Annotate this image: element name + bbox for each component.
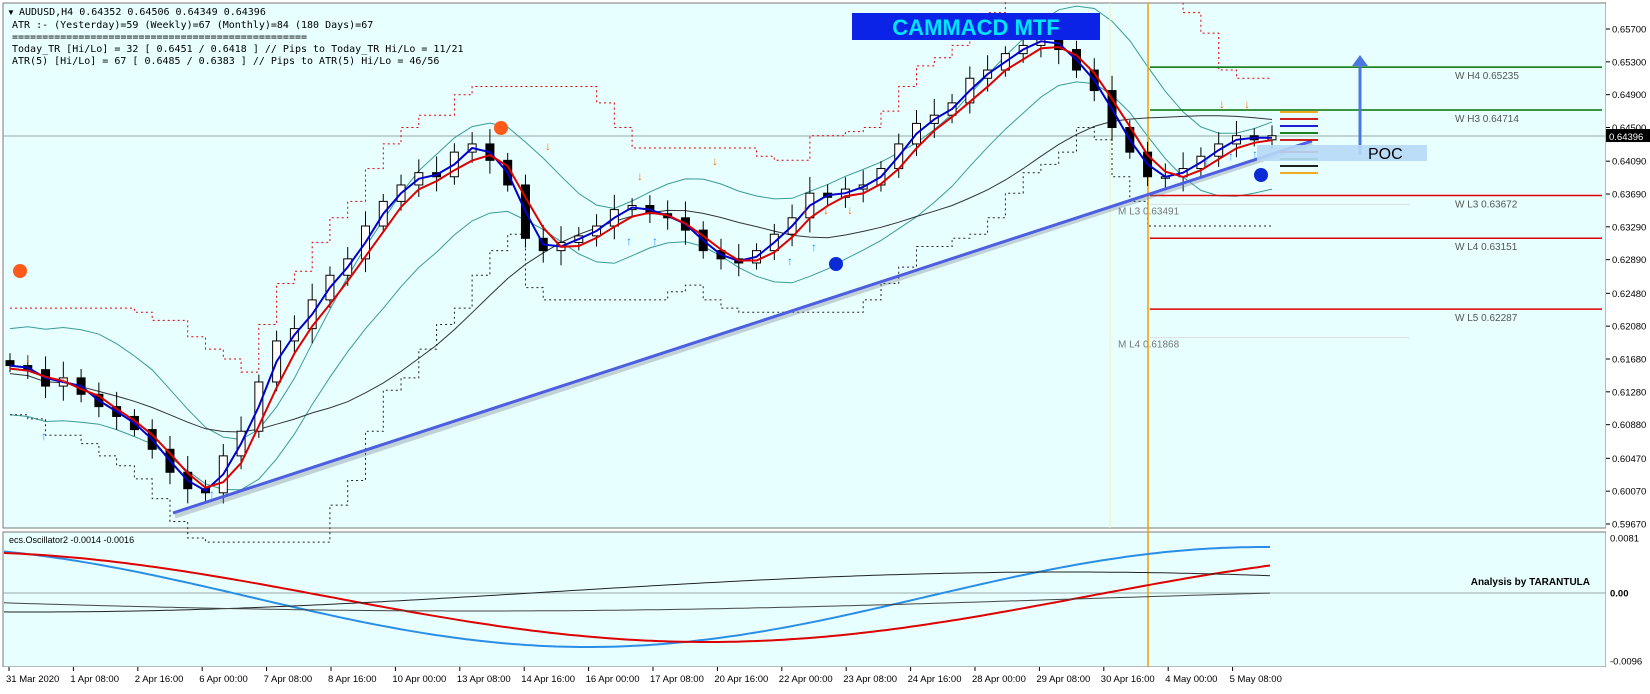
x-tick-label: 23 Apr 08:00 bbox=[843, 674, 897, 685]
y-tick-label: 0.63290 bbox=[1612, 222, 1646, 233]
x-tick-label: 22 Apr 00:00 bbox=[779, 674, 833, 685]
x-tick-label: 24 Apr 16:00 bbox=[908, 674, 962, 685]
y-tick-label: 0.60470 bbox=[1612, 454, 1646, 465]
swing-low-dot bbox=[1254, 168, 1268, 182]
x-tick-label: 7 Apr 08:00 bbox=[264, 674, 313, 685]
x-tick-label: 30 Apr 16:00 bbox=[1101, 674, 1155, 685]
swing-high-dot bbox=[494, 121, 508, 135]
info-line-2: ========================================… bbox=[12, 32, 307, 43]
swing-low-dot bbox=[829, 257, 843, 271]
pivot-level-label: W H4 0.65235 bbox=[1455, 71, 1519, 82]
down-arrow: ↓ bbox=[61, 371, 67, 385]
osc-y-tick-label: 0.0081 bbox=[1610, 534, 1639, 545]
down-arrow: ↓ bbox=[823, 203, 829, 217]
y-tick-label: 0.61680 bbox=[1612, 355, 1646, 366]
y-tick-label: 0.60880 bbox=[1612, 420, 1646, 431]
up-arrow: ↑ bbox=[626, 234, 632, 248]
pivot-level-label: W L5 0.62287 bbox=[1455, 313, 1518, 324]
y-tick-label: 0.60070 bbox=[1612, 487, 1646, 498]
down-arrow: ↓ bbox=[712, 154, 718, 168]
osc-y-tick-label: 0.00 bbox=[1610, 589, 1629, 600]
x-tick-label: 6 Apr 00:00 bbox=[199, 674, 248, 685]
price-axis-area bbox=[1606, 3, 1650, 667]
y-tick-label: 0.62890 bbox=[1612, 255, 1646, 266]
oscillator-pane-bg bbox=[2, 531, 1607, 668]
down-arrow: ↓ bbox=[25, 351, 31, 365]
x-tick-label: 8 Apr 16:00 bbox=[328, 674, 377, 685]
x-tick-label: 29 Apr 08:00 bbox=[1036, 674, 1090, 685]
up-arrow: ↑ bbox=[1204, 154, 1210, 168]
swing-high-dot bbox=[13, 264, 27, 278]
up-arrow: ↑ bbox=[811, 240, 817, 254]
y-tick-label: 0.61280 bbox=[1612, 387, 1646, 398]
banner-text: CAMMACD MTF bbox=[892, 15, 1059, 40]
y-tick-label: 0.62080 bbox=[1612, 322, 1646, 333]
up-arrow: ↑ bbox=[1228, 149, 1234, 163]
oscillator-label: ecs.Oscillator2 -0.0014 -0.0016 bbox=[9, 535, 134, 545]
up-arrow: ↑ bbox=[652, 234, 658, 248]
y-tick-label: 0.59670 bbox=[1612, 520, 1646, 531]
y-tick-label: 0.64090 bbox=[1612, 157, 1646, 168]
down-arrow: ↓ bbox=[1219, 97, 1225, 111]
x-tick-label: 17 Apr 08:00 bbox=[650, 674, 704, 685]
current-price-label: 0.64396 bbox=[1609, 132, 1643, 143]
y-tick-label: 0.63690 bbox=[1612, 190, 1646, 201]
down-arrow: ↓ bbox=[802, 203, 808, 217]
up-arrow: ↑ bbox=[787, 254, 793, 268]
monthly-level-label: M L3 0.63491 bbox=[1118, 206, 1180, 217]
osc-y-tick-label: -0.0096 bbox=[1610, 657, 1642, 668]
x-tick-label: 16 Apr 00:00 bbox=[586, 674, 640, 685]
poc-label: POC bbox=[1368, 146, 1403, 163]
y-tick-label: 0.65300 bbox=[1612, 57, 1646, 68]
y-tick-label: 0.64900 bbox=[1612, 90, 1646, 101]
x-tick-label: 13 Apr 08:00 bbox=[457, 674, 511, 685]
x-tick-label: 28 Apr 00:00 bbox=[972, 674, 1026, 685]
y-tick-label: 0.62480 bbox=[1612, 289, 1646, 300]
x-tick-label: 5 May 08:00 bbox=[1230, 674, 1282, 685]
y-tick-label: 0.65700 bbox=[1612, 25, 1646, 36]
chart-root: W H4 0.65235 W H3 0.64714 W L3 0.63672 W L4… bbox=[0, 0, 1650, 689]
pivot-level-label: W H3 0.64714 bbox=[1455, 114, 1519, 125]
x-tick-label: 4 May 00:00 bbox=[1165, 674, 1217, 685]
info-line-1: ATR :- (Yesterday)=59 (Weekly)=67 (Month… bbox=[12, 20, 373, 31]
x-tick-label: 10 Apr 00:00 bbox=[392, 674, 446, 685]
monthly-level-label: M L4 0.61868 bbox=[1118, 340, 1180, 351]
x-tick-label: 14 Apr 16:00 bbox=[521, 674, 575, 685]
analysis-label: Analysis by TARANTULA bbox=[1471, 577, 1590, 588]
info-line-3: Today_TR [Hi/Lo] = 32 [ 0.6451 / 0.6418 … bbox=[12, 44, 464, 55]
pivot-level-label: W L3 0.63672 bbox=[1455, 199, 1518, 210]
up-arrow: ↑ bbox=[41, 429, 47, 443]
banner: CAMMACD MTF bbox=[852, 13, 1100, 40]
poc-box: POC bbox=[1257, 145, 1427, 163]
x-tick-label: 31 Mar 2020 bbox=[6, 674, 59, 685]
x-tick-label: 1 Apr 08:00 bbox=[70, 674, 119, 685]
down-arrow: ↓ bbox=[637, 169, 643, 183]
info-line-4: ATR(5) [Hi/Lo] = 67 [ 0.6485 / 0.6383 ] … bbox=[12, 56, 439, 67]
x-tick-label: 2 Apr 16:00 bbox=[135, 674, 184, 685]
up-arrow: ↑ bbox=[209, 487, 215, 501]
down-arrow: ↓ bbox=[545, 139, 551, 153]
candle-body bbox=[5, 360, 15, 367]
x-tick-label: 20 Apr 16:00 bbox=[714, 674, 768, 685]
window-title-arrow: ▼ bbox=[7, 8, 15, 17]
price-chart-svg: W H4 0.65235 W H3 0.64714 W L3 0.63672 W L4… bbox=[0, 0, 1650, 689]
down-arrow: ↓ bbox=[1244, 97, 1250, 111]
down-arrow: ↓ bbox=[847, 203, 853, 217]
pivot-level-label: W L4 0.63151 bbox=[1455, 242, 1518, 253]
window-title: AUDUSD,H4 0.64352 0.64506 0.64349 0.6439… bbox=[19, 7, 266, 18]
